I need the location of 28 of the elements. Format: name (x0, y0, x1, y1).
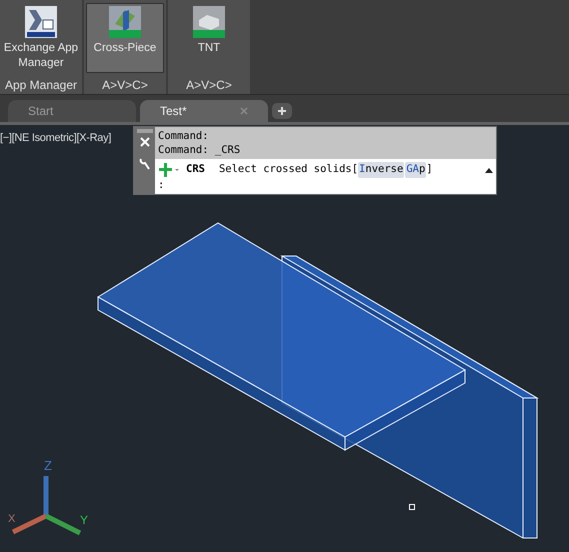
history-line: Command: (158, 129, 210, 143)
command-prompt: Select crossed solids[ (218, 162, 358, 177)
grip-icon[interactable] (136, 129, 152, 133)
panel-title: A>V>C> (101, 77, 149, 94)
command-name: CRS (186, 162, 205, 177)
file-tab[interactable]: Test* (140, 100, 268, 122)
tnt-icon (193, 6, 225, 38)
viewport-controls[interactable]: [−][NE Isometric][X-Ray] (0, 130, 112, 146)
ribbon-button[interactable]: TNT (170, 3, 248, 76)
command-option[interactable]: GAp (405, 162, 426, 178)
cross-piece-icon (109, 6, 141, 38)
command-option[interactable]: Inverse (358, 162, 404, 178)
axis-label: Z (44, 457, 52, 475)
panel-title: App Manager (4, 77, 78, 94)
ribbon-button[interactable]: Exchange App Manager (2, 3, 80, 76)
pickbox-icon (409, 504, 415, 510)
expand-icon[interactable] (485, 166, 493, 173)
history-line: Command: _CRS (158, 143, 242, 157)
bracket-text: ] (426, 162, 433, 177)
panel-title: A>V>C> (185, 77, 233, 94)
exchange-logo-icon (25, 6, 57, 38)
new-tab-icon[interactable] (272, 103, 292, 119)
wrench-icon[interactable] (138, 157, 150, 171)
add-icon[interactable] (158, 162, 180, 177)
input-text: : (158, 178, 166, 192)
ribbon-button[interactable]: Cross-Piece (86, 3, 164, 73)
axis-label: X (8, 512, 16, 527)
axis-label: Y (80, 512, 88, 529)
